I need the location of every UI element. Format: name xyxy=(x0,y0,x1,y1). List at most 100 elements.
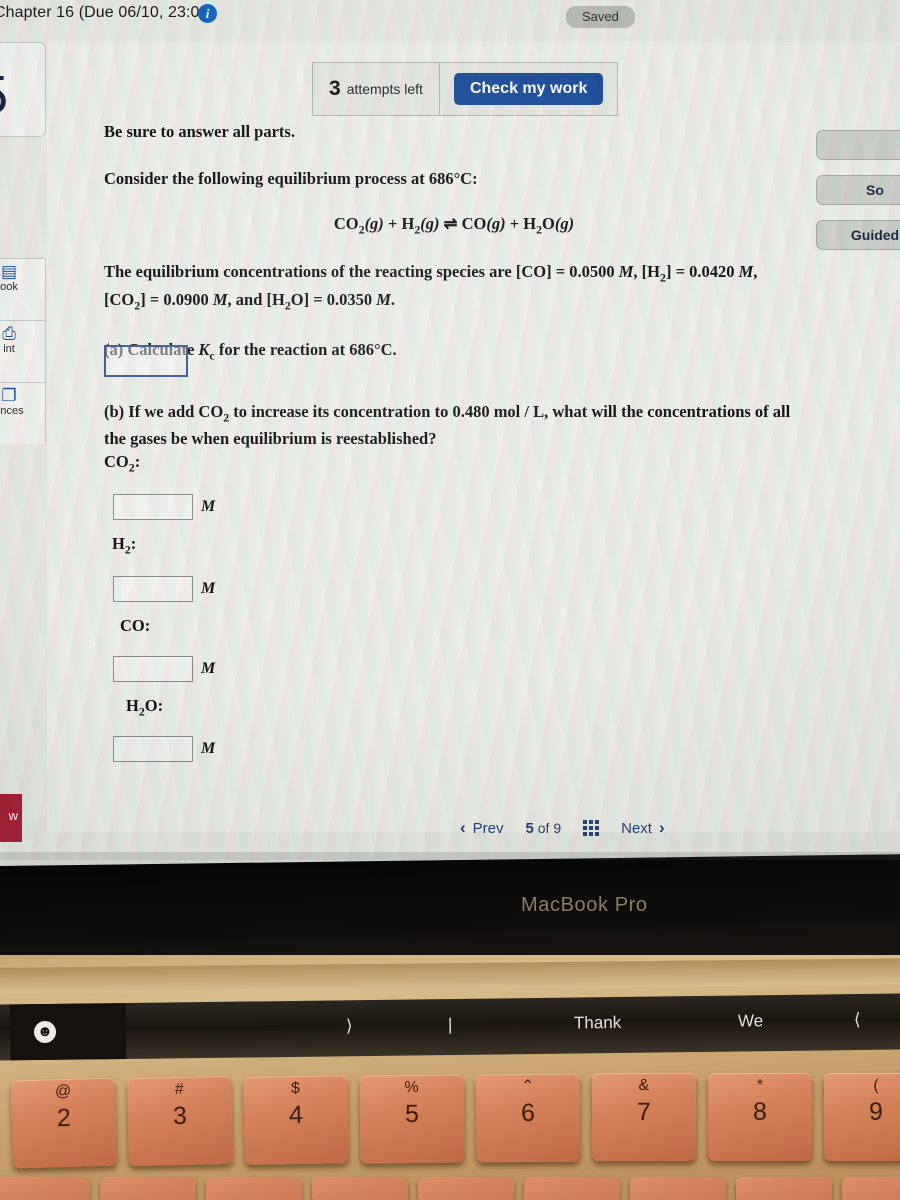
touch-bar-suggestion-we[interactable]: We xyxy=(738,1011,763,1031)
key-row2-5[interactable] xyxy=(418,1177,514,1200)
key-2-number: 2 xyxy=(56,1103,72,1133)
key-8[interactable]: * 8 xyxy=(708,1073,812,1161)
prev-label: Prev xyxy=(472,819,504,837)
right-button-blank[interactable] xyxy=(816,130,900,160)
sidebar-question-number: 5 xyxy=(0,64,8,126)
conc2-part-b: ] = 0.0900 xyxy=(140,289,213,309)
chemical-equation: CO2(g) + H2(g) ⇌ CO(g) + H2O(g) xyxy=(104,214,804,237)
eq-reactant-2: H xyxy=(401,213,415,233)
answer-input-co[interactable] xyxy=(113,656,193,682)
answer-input-kc[interactable] xyxy=(104,345,188,377)
touch-bar-emoji-panel[interactable]: ☻ xyxy=(9,1003,127,1061)
next-label: Next xyxy=(621,819,652,837)
right-button-guided-solution[interactable]: Guided xyxy=(816,220,900,250)
key-row2-8[interactable] xyxy=(736,1177,832,1200)
key-4[interactable]: $ 4 xyxy=(243,1075,349,1165)
key-7[interactable]: & 7 xyxy=(591,1072,697,1162)
check-my-work-button[interactable]: Check my work xyxy=(453,73,604,105)
answer-input-h2o[interactable] xyxy=(113,736,193,762)
deck-seam xyxy=(0,957,900,995)
next-button[interactable]: Next › xyxy=(621,818,665,838)
key-5-number: 5 xyxy=(404,1099,420,1129)
label-h2o: H2O: xyxy=(126,696,163,719)
attempts-number: 3 xyxy=(329,77,341,100)
sidebar-review-button[interactable]: w xyxy=(0,794,22,842)
label-h2o-colon: O: xyxy=(144,696,164,715)
eq-product-2a: H xyxy=(523,213,537,233)
key-row2-7[interactable] xyxy=(630,1177,726,1200)
touch-bar-item-0[interactable]: ⟩ xyxy=(346,1016,353,1036)
unit-label-m: M xyxy=(201,660,216,677)
label-co-colon: : xyxy=(144,616,151,635)
key-9[interactable]: ( 9 xyxy=(824,1073,900,1161)
page-of-label: of xyxy=(537,819,550,836)
key-6-number: 6 xyxy=(520,1098,536,1128)
conc-part-c: ] = 0.0420 xyxy=(665,261,739,281)
key-row2-4[interactable] xyxy=(312,1177,408,1200)
right-button-solution[interactable]: So xyxy=(816,175,900,205)
macbook-brand-label: MacBook Pro xyxy=(521,894,648,916)
grid-view-icon[interactable] xyxy=(583,820,600,836)
part-a-post: for the reaction at 686°C. xyxy=(214,340,397,360)
eq-product-1-state: (g) xyxy=(486,213,506,233)
key-row2-2[interactable] xyxy=(100,1177,196,1200)
key-3-number: 3 xyxy=(172,1101,188,1131)
equilibrium-concentrations-text: The equilibrium concentrations of the re… xyxy=(104,259,804,314)
key-3[interactable]: # 3 xyxy=(127,1075,233,1167)
key-6[interactable]: ⌃ 6 xyxy=(475,1073,581,1163)
sidebar-item-label: ook xyxy=(0,281,18,293)
key-row2-6[interactable] xyxy=(524,1177,620,1200)
part-b-pre: (b) If we add CO xyxy=(104,401,224,421)
key-row2-9[interactable] xyxy=(842,1177,900,1200)
folder-icon: ❐ xyxy=(1,386,17,405)
chevron-left-icon: ‹ xyxy=(460,818,466,837)
laptop-bezel: MacBook Pro xyxy=(0,852,900,960)
label-h2-colon: : xyxy=(130,534,137,553)
key-8-symbol: * xyxy=(756,1077,764,1094)
answer-row-co2: M xyxy=(113,494,215,520)
touch-bar-item-4[interactable]: ⟨ xyxy=(854,1010,861,1030)
emoji-icon[interactable]: ☻ xyxy=(33,1020,57,1044)
conc-unit-m: M xyxy=(376,289,391,309)
part-a-text: (a) Calculate Kc for the reaction at 686… xyxy=(104,340,804,363)
check-button-wrap: Check my work xyxy=(440,73,617,105)
touch-bar-item-1[interactable]: | xyxy=(448,1015,453,1035)
key-row2-3[interactable] xyxy=(206,1177,302,1200)
attempts-counter: 3 attempts left xyxy=(313,63,440,115)
key-5[interactable]: % 5 xyxy=(359,1074,465,1164)
key-row2-1[interactable] xyxy=(0,1177,90,1200)
unit-label-m: M xyxy=(201,580,216,597)
eq-reactant-1-state: (g) xyxy=(364,213,384,233)
conc2-part-a: [CO xyxy=(104,289,135,309)
sidebar-item-references[interactable]: ❐ ences xyxy=(0,382,46,444)
eq-reactant-1: CO xyxy=(333,213,359,233)
conc2-part-e: . xyxy=(390,289,396,309)
prev-button[interactable]: ‹ Prev xyxy=(460,818,504,838)
answer-row-h2o: M xyxy=(113,736,215,762)
laptop-screen: Chapter 16 (Due 06/10, 23:00) i Saved 5 … xyxy=(0,0,900,860)
answer-input-h2[interactable] xyxy=(113,576,193,602)
eq-product-2b: O xyxy=(542,213,555,233)
sidebar-item-ebook[interactable]: ▤ ook xyxy=(0,258,46,320)
conc-unit-m: M xyxy=(618,261,634,281)
unit-label-m: M xyxy=(201,498,216,515)
key-7-number: 7 xyxy=(636,1097,651,1127)
key-2[interactable]: @ 2 xyxy=(10,1077,118,1169)
key-9-number: 9 xyxy=(869,1098,883,1126)
page-title: Chapter 16 (Due 06/10, 23:00) xyxy=(0,4,214,21)
attempts-toolbar: 3 attempts left Check my work xyxy=(312,62,619,116)
keyboard-row-2 xyxy=(0,1177,900,1200)
conc-part-d: , xyxy=(753,261,758,281)
sidebar-item-print[interactable]: ⎙ int xyxy=(0,320,46,382)
label-co2: CO2: xyxy=(104,452,140,475)
key-9-symbol: ( xyxy=(873,1077,879,1094)
info-icon[interactable]: i xyxy=(198,4,217,23)
answer-input-co2[interactable] xyxy=(113,494,193,520)
touch-bar[interactable]: ☻ ⟩ | Thank We ⟨ xyxy=(0,993,900,1061)
label-h2: H2: xyxy=(112,534,136,557)
eq-plus-1: + xyxy=(387,213,398,233)
key-7-symbol: & xyxy=(638,1076,650,1095)
touch-bar-suggestion-thank[interactable]: Thank xyxy=(574,1013,621,1034)
eq-reactant-2-state: (g) xyxy=(420,213,440,233)
chevron-right-icon: › xyxy=(658,818,665,837)
